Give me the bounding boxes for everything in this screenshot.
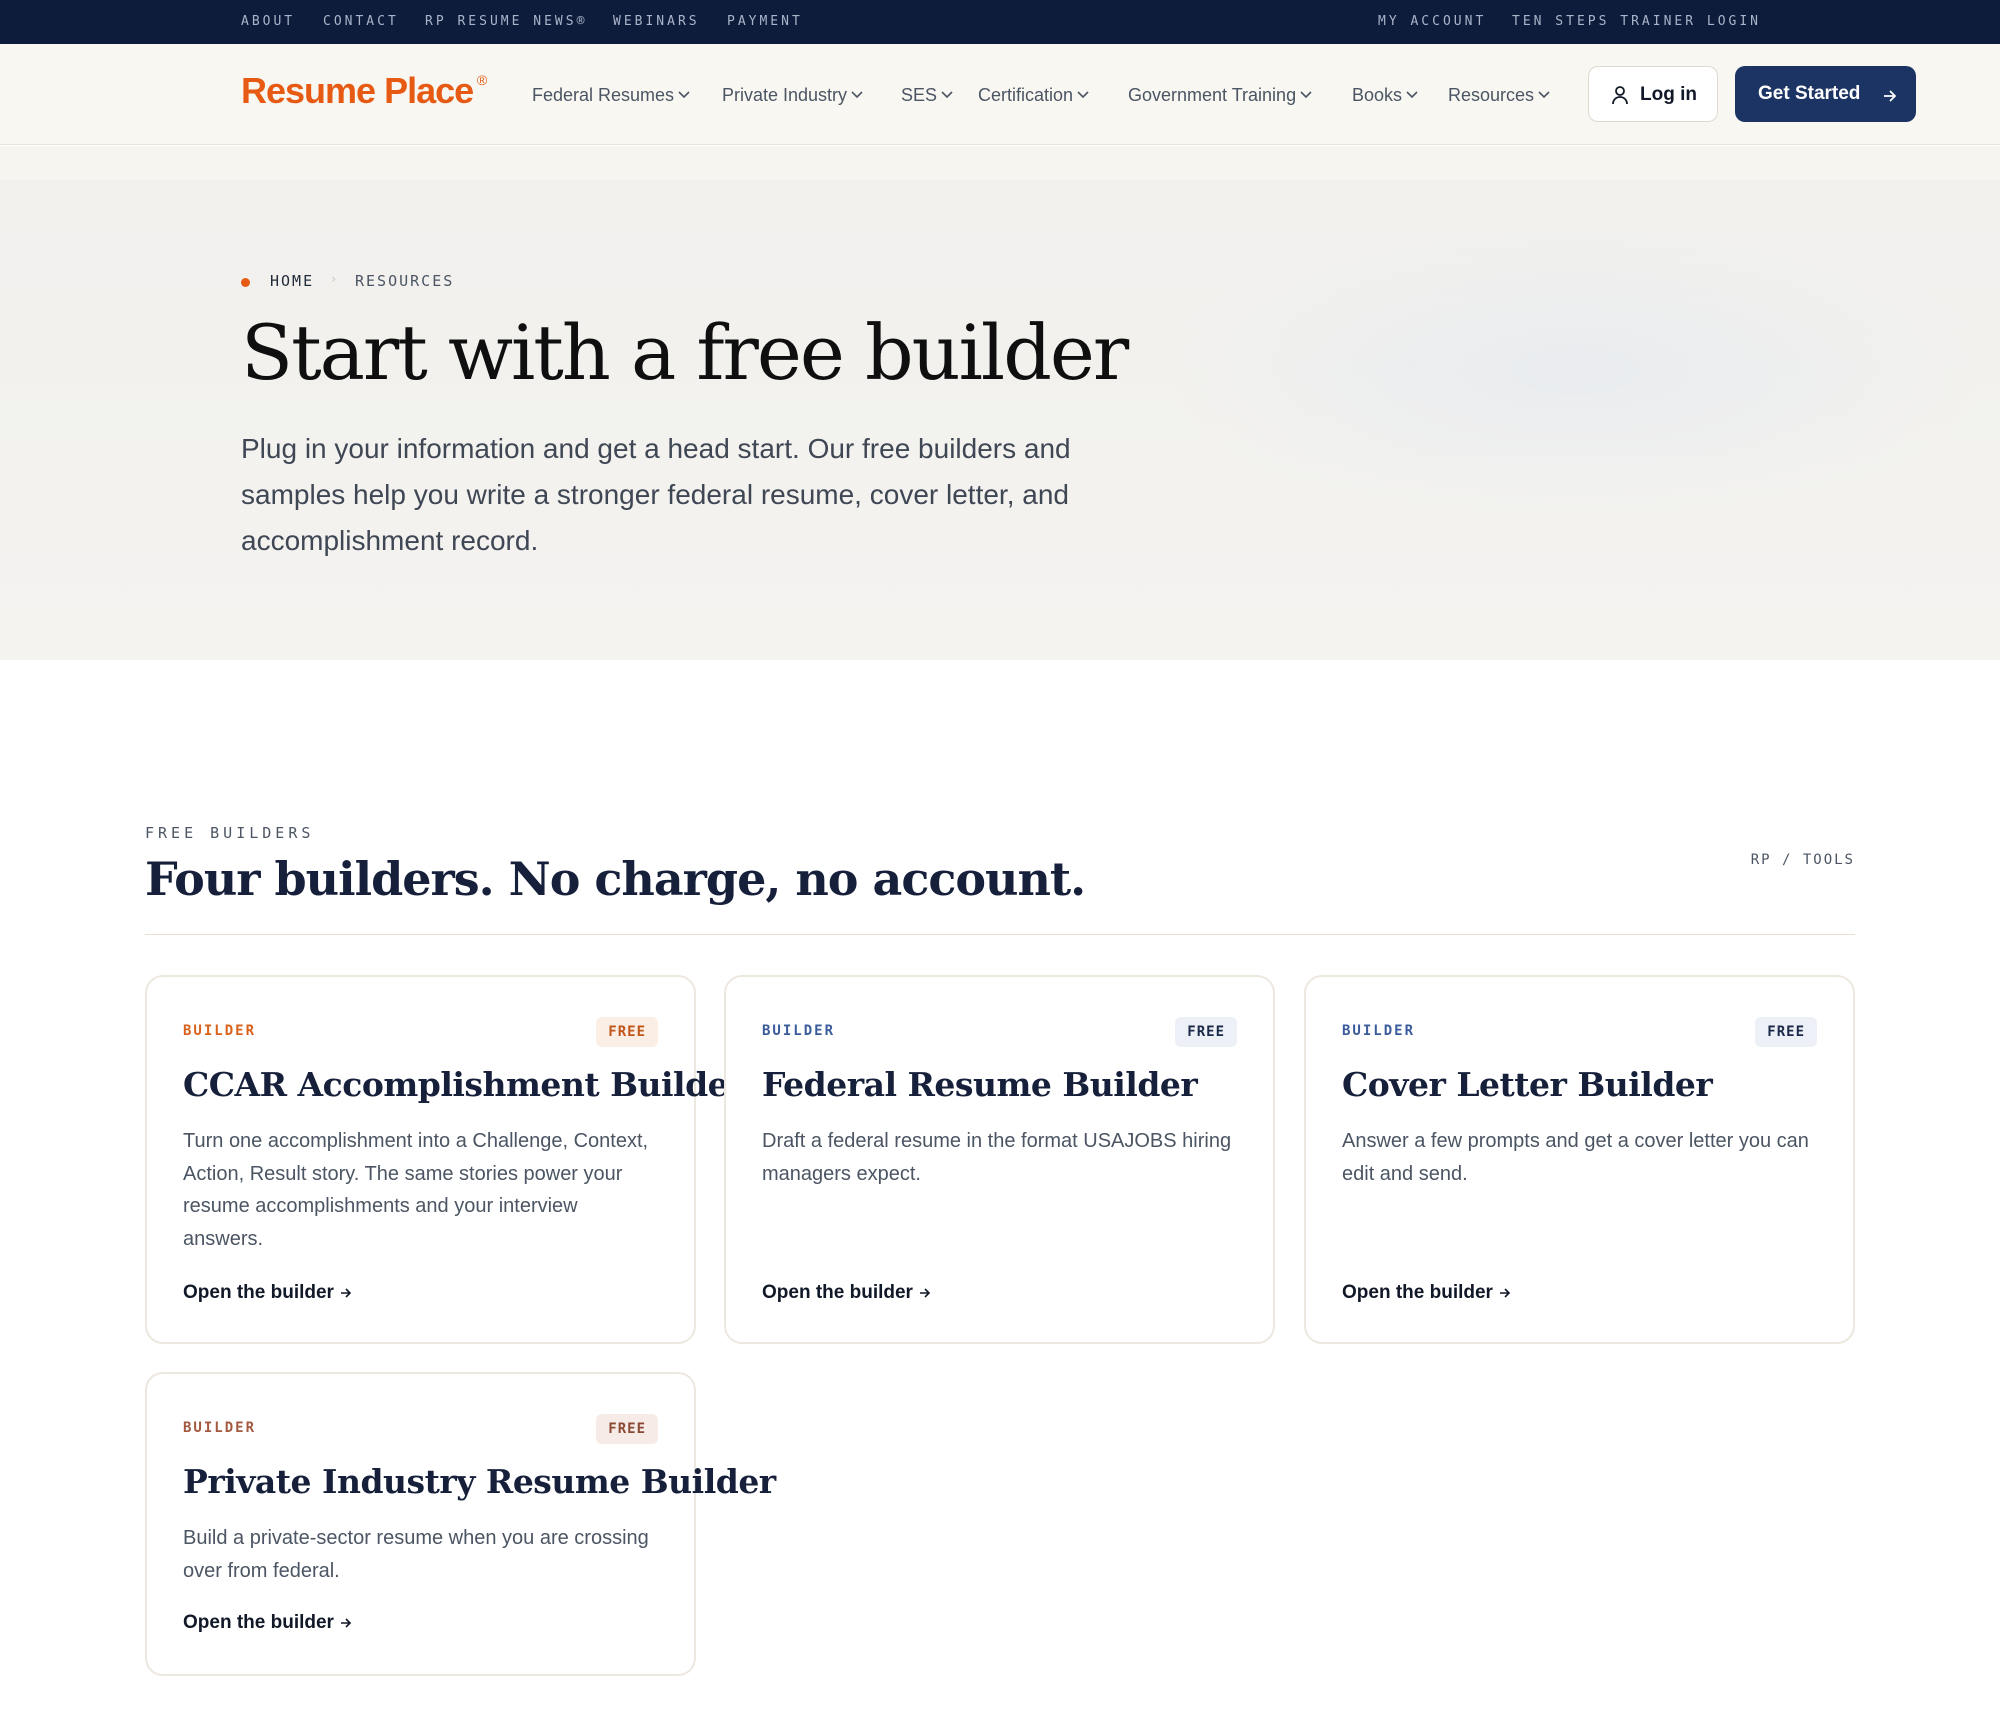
builder-card-ccar[interactable]: BUILDER FREE CCAR Accomplishment Builder… (145, 975, 746, 1344)
nav-ses[interactable]: SES (901, 80, 955, 110)
login-button[interactable]: Log in (1588, 66, 1718, 122)
utility-link-rp-resume-news[interactable]: RP RESUME NEWS® (425, 0, 587, 44)
nav-books[interactable]: Books (1352, 80, 1420, 110)
cta-label: Open the builder (183, 1612, 334, 1633)
brand-logo[interactable]: Resume Place ® (241, 70, 487, 120)
chevron-down-icon (1300, 80, 1314, 110)
get-started-label: Get Started (1758, 83, 1861, 104)
nav-government-training[interactable]: Government Training (1128, 80, 1314, 110)
utility-link-webinars[interactable]: WEBINARS (613, 0, 700, 44)
card-eyebrow: BUILDER (1342, 1023, 1416, 1039)
chevron-down-icon (1406, 80, 1420, 110)
card-description: Draft a federal resume in the format USA… (762, 1130, 1232, 1185)
cta-label: Open the builder (183, 1282, 334, 1303)
open-builder-link-private-industry[interactable]: Open the builder (183, 1608, 352, 1638)
open-builder-link-federal-resume[interactable]: Open the builder (762, 1278, 931, 1308)
open-builder-link-ccar[interactable]: Open the builder (183, 1278, 352, 1308)
nav-label: Certification (978, 85, 1074, 105)
free-badge: FREE (596, 1414, 658, 1444)
utility-link-trainer-login[interactable]: TEN STEPS TRAINER LOGIN (1512, 0, 1761, 44)
section-tag: RP / TOOLS (1750, 852, 1855, 868)
card-description: Build a private-sector resume when you a… (183, 1527, 649, 1582)
hero-section: HOME › RESOURCES Start with a free build… (0, 180, 2000, 660)
login-label: Log in (1640, 84, 1697, 105)
card-description: Turn one accomplishment into a Challenge… (183, 1130, 649, 1250)
chevron-down-icon (678, 80, 692, 110)
cta-label: Open the builder (762, 1282, 913, 1303)
nav-resources[interactable]: Resources (1448, 80, 1552, 110)
arrow-right-icon (919, 1288, 931, 1298)
card-title: Private Industry Resume Builder (183, 1462, 776, 1501)
nav-label: SES (901, 85, 938, 105)
card-title: Cover Letter Builder (1342, 1065, 1713, 1104)
card-eyebrow: BUILDER (183, 1420, 257, 1436)
nav-federal-resumes[interactable]: Federal Resumes (532, 80, 692, 110)
brand-registered-mark: ® (476, 72, 488, 88)
nav-label: Resources (1448, 85, 1535, 105)
arrow-right-icon (1883, 87, 1897, 109)
free-badge: FREE (1175, 1017, 1237, 1047)
breadcrumb-current: RESOURCES (355, 272, 455, 290)
breadcrumb-home-link[interactable]: HOME (270, 272, 314, 290)
nav-certification[interactable]: Certification (978, 80, 1091, 110)
card-eyebrow: BUILDER (762, 1023, 836, 1039)
card-title: Federal Resume Builder (762, 1065, 1198, 1104)
user-icon (1611, 85, 1629, 111)
utility-bar: ABOUT CONTACT RP RESUME NEWS® WEBINARS P… (0, 0, 2000, 44)
main-header: Resume Place ® Federal Resumes Private In… (0, 44, 2000, 145)
hero-description: Plug in your information and get a head … (241, 433, 1071, 556)
builder-card-cover-letter[interactable]: BUILDER FREE Cover Letter Builder Answer… (1304, 975, 1855, 1344)
chevron-down-icon (1077, 80, 1091, 110)
nav-label: Government Training (1128, 85, 1297, 105)
utility-link-my-account[interactable]: MY ACCOUNT (1378, 0, 1486, 44)
arrow-right-icon (340, 1618, 352, 1628)
breadcrumb-dot-icon (241, 278, 250, 287)
nav-label: Private Industry (722, 85, 848, 105)
nav-label: Federal Resumes (532, 85, 675, 105)
section-divider (145, 934, 1855, 935)
card-title: CCAR Accomplishment Builder (183, 1065, 746, 1104)
free-badge: FREE (596, 1017, 658, 1047)
section-eyebrow: FREE BUILDERS (145, 824, 315, 842)
get-started-button[interactable]: Get Started (1735, 66, 1916, 122)
builder-card-federal-resume[interactable]: BUILDER FREE Federal Resume Builder Draf… (724, 975, 1275, 1344)
section-title: Four builders. No charge, no account. (145, 852, 1086, 906)
cta-label: Open the builder (1342, 1282, 1493, 1303)
chevron-down-icon (851, 80, 865, 110)
open-builder-link-cover-letter[interactable]: Open the builder (1342, 1278, 1511, 1308)
card-eyebrow: BUILDER (183, 1023, 257, 1039)
utility-link-payment[interactable]: PAYMENT (727, 0, 803, 44)
hero-top-strip (0, 146, 2000, 180)
arrow-right-icon (1499, 1288, 1511, 1298)
arrow-right-icon (340, 1288, 352, 1298)
card-description: Answer a few prompts and get a cover let… (1342, 1130, 1809, 1185)
nav-private-industry[interactable]: Private Industry (722, 80, 865, 110)
utility-link-contact[interactable]: CONTACT (323, 0, 399, 44)
chevron-down-icon (941, 80, 955, 110)
builder-card-private-industry[interactable]: BUILDER FREE Private Industry Resume Bui… (145, 1372, 776, 1676)
breadcrumb-separator-icon: › (330, 272, 340, 286)
page-title: Start with a free builder (241, 308, 1129, 397)
free-badge: FREE (1755, 1017, 1817, 1047)
brand-name: Resume Place (241, 70, 474, 111)
nav-label: Books (1352, 85, 1403, 105)
utility-link-about[interactable]: ABOUT (241, 0, 295, 44)
hero-background-glow (1150, 220, 2000, 520)
chevron-down-icon (1538, 80, 1552, 110)
